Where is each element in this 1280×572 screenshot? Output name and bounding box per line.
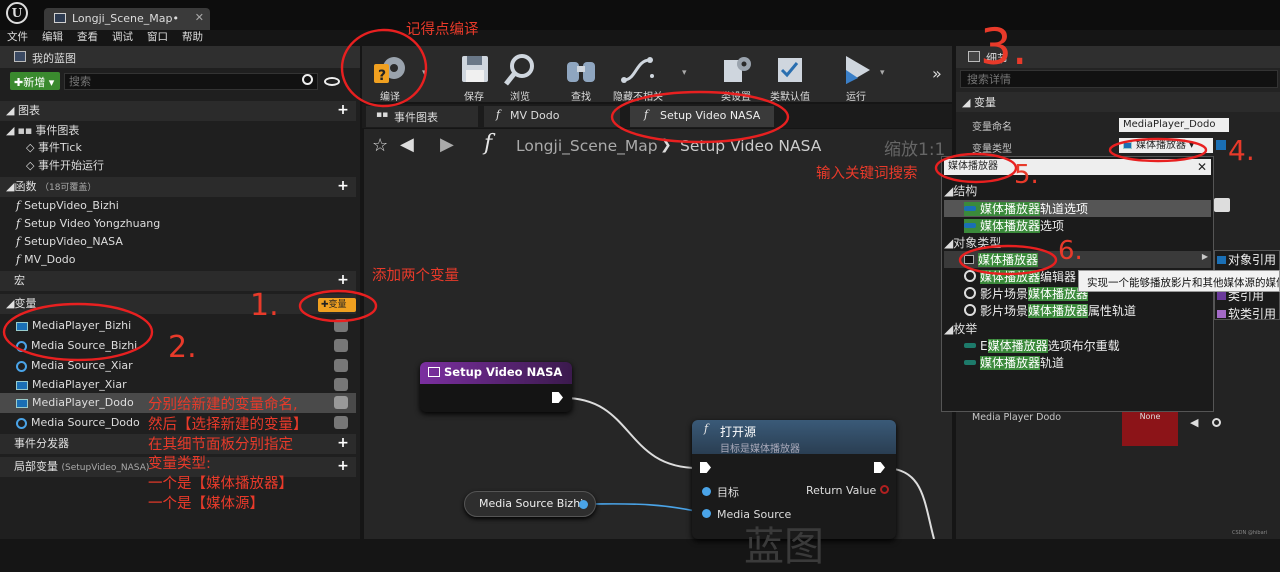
- tab-circle-mark: [610, 90, 790, 144]
- annotation-instructions: 分别给新建的变量命名, 然后【选择新建的变量】 在其细节面板分别指定 变量类型:…: [148, 396, 308, 515]
- instruction-line: 分别给新建的变量命名,: [148, 397, 298, 413]
- annotation-step-3: 3.: [980, 18, 1028, 76]
- annotation-step-6: 6.: [1058, 236, 1083, 266]
- instruction-line: 在其细节面板分别指定: [148, 436, 293, 453]
- search-field-circle-mark: [934, 152, 1018, 184]
- annotation-step-2: 2.: [168, 330, 197, 365]
- corner-credit: CSDN @hibari: [1232, 530, 1268, 536]
- media-player-option-circle-mark: [958, 244, 1058, 276]
- annotation-step-1: 1.: [250, 288, 279, 323]
- instruction-line: 然后【选择新建的变量】: [148, 416, 308, 433]
- annotation-step-4: 4.: [1228, 134, 1255, 167]
- instruction-line: 一个是【媒体源】: [148, 495, 264, 512]
- annotation-compile: 记得点编译: [406, 22, 479, 38]
- annotation-step-5: 5.: [1014, 160, 1039, 190]
- annotation-type-keyword: 输入关键词搜索: [816, 166, 918, 182]
- compile-circle-mark: [340, 28, 428, 108]
- new-variables-circle-mark: [2, 302, 154, 362]
- instruction-line: 一个是【媒体播放器】: [148, 476, 293, 493]
- type-dropdown-circle-mark: [1108, 137, 1208, 163]
- annotation-add-two-variables: 添加两个变量: [372, 268, 459, 284]
- instruction-line: 变量类型:: [148, 456, 211, 473]
- add-variable-circle-mark: [298, 289, 378, 323]
